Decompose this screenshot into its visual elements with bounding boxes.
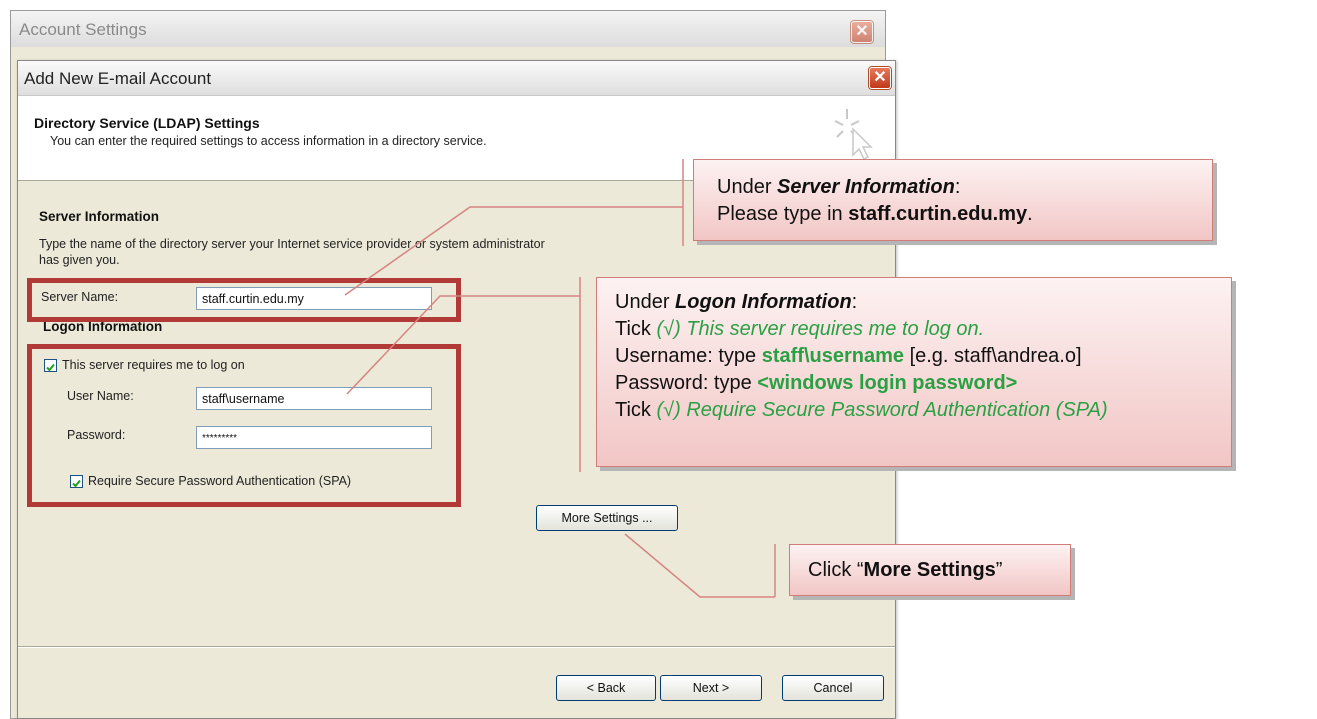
logon-callout-line2: Tick (√) This server requires me to log … <box>615 318 985 340</box>
more-settings-callout: Click “More Settings” <box>789 544 1071 596</box>
logon-callout-line1: Under Logon Information: <box>615 291 858 313</box>
logon-info-callout: Under Logon Information: Tick (√) This s… <box>596 277 1232 467</box>
logon-callout-line3: Username: type staff\username [e.g. staf… <box>615 345 1082 367</box>
server-info-callout: Under Server Information: Please type in… <box>693 159 1213 241</box>
server-callout-line1: Under Server Information: <box>717 176 961 198</box>
logon-callout-line4: Password: type <windows login password> <box>615 372 1018 394</box>
logon-callout-line5: Tick (√) Require Secure Password Authent… <box>615 399 1108 421</box>
server-callout-line2: Please type in staff.curtin.edu.my. <box>717 203 1033 225</box>
